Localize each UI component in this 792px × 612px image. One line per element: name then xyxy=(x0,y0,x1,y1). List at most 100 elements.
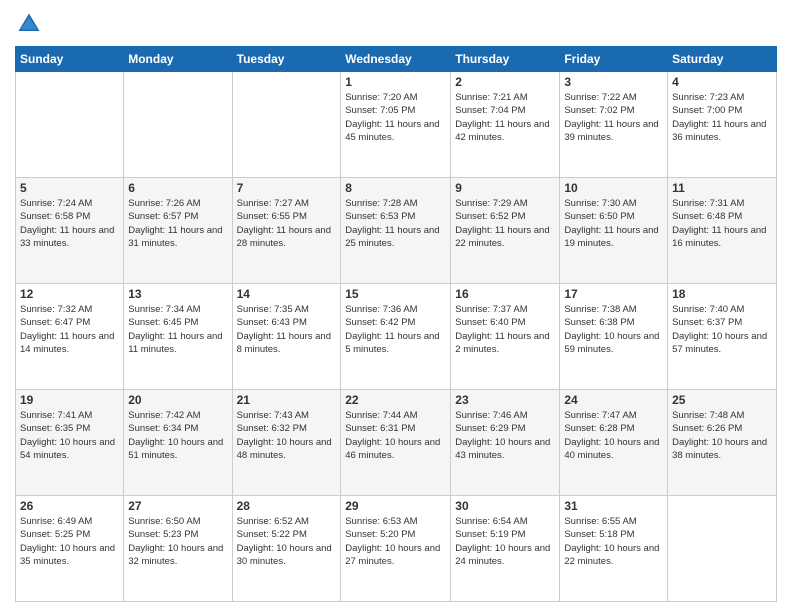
calendar-cell: 23 Sunrise: 7:46 AMSunset: 6:29 PMDayligh… xyxy=(451,390,560,496)
day-info: Sunrise: 7:36 AMSunset: 6:42 PMDaylight:… xyxy=(345,303,446,356)
day-info: Sunrise: 6:49 AMSunset: 5:25 PMDaylight:… xyxy=(20,515,119,568)
day-number: 27 xyxy=(128,499,227,513)
day-number: 16 xyxy=(455,287,555,301)
calendar-cell: 2 Sunrise: 7:21 AMSunset: 7:04 PMDaylight… xyxy=(451,72,560,178)
calendar-cell xyxy=(124,72,232,178)
calendar-cell: 21 Sunrise: 7:43 AMSunset: 6:32 PMDayligh… xyxy=(232,390,341,496)
day-number: 31 xyxy=(564,499,663,513)
day-number: 17 xyxy=(564,287,663,301)
day-info: Sunrise: 7:29 AMSunset: 6:52 PMDaylight:… xyxy=(455,197,555,250)
day-info: Sunrise: 7:42 AMSunset: 6:34 PMDaylight:… xyxy=(128,409,227,462)
day-info: Sunrise: 7:26 AMSunset: 6:57 PMDaylight:… xyxy=(128,197,227,250)
calendar-cell xyxy=(232,72,341,178)
day-header-friday: Friday xyxy=(560,47,668,72)
calendar-cell: 24 Sunrise: 7:47 AMSunset: 6:28 PMDayligh… xyxy=(560,390,668,496)
calendar-cell: 19Sunrise: 7:41 AMSunset: 6:35 PMDayligh… xyxy=(16,390,124,496)
calendar-cell: 13 Sunrise: 7:34 AMSunset: 6:45 PMDayligh… xyxy=(124,284,232,390)
day-info: Sunrise: 7:30 AMSunset: 6:50 PMDaylight:… xyxy=(564,197,663,250)
day-info: Sunrise: 7:37 AMSunset: 6:40 PMDaylight:… xyxy=(455,303,555,356)
day-info: Sunrise: 7:28 AMSunset: 6:53 PMDaylight:… xyxy=(345,197,446,250)
day-number: 15 xyxy=(345,287,446,301)
calendar-cell: 31 Sunrise: 6:55 AMSunset: 5:18 PMDayligh… xyxy=(560,496,668,602)
calendar-cell: 1 Sunrise: 7:20 AMSunset: 7:05 PMDaylight… xyxy=(341,72,451,178)
calendar-cell: 18 Sunrise: 7:40 AMSunset: 6:37 PMDayligh… xyxy=(668,284,777,390)
calendar-cell: 22 Sunrise: 7:44 AMSunset: 6:31 PMDayligh… xyxy=(341,390,451,496)
day-number: 7 xyxy=(237,181,337,195)
day-number: 13 xyxy=(128,287,227,301)
day-info: Sunrise: 7:38 AMSunset: 6:38 PMDaylight:… xyxy=(564,303,663,356)
day-info: Sunrise: 7:21 AMSunset: 7:04 PMDaylight:… xyxy=(455,91,555,144)
day-info: Sunrise: 7:31 AMSunset: 6:48 PMDaylight:… xyxy=(672,197,772,250)
day-header-wednesday: Wednesday xyxy=(341,47,451,72)
header-row: SundayMondayTuesdayWednesdayThursdayFrid… xyxy=(16,47,777,72)
calendar-cell: 10Sunrise: 7:30 AMSunset: 6:50 PMDayligh… xyxy=(560,178,668,284)
day-number: 24 xyxy=(564,393,663,407)
day-number: 22 xyxy=(345,393,446,407)
calendar-cell: 9 Sunrise: 7:29 AMSunset: 6:52 PMDaylight… xyxy=(451,178,560,284)
day-number: 20 xyxy=(128,393,227,407)
day-number: 14 xyxy=(237,287,337,301)
week-row-5: 26Sunrise: 6:49 AMSunset: 5:25 PMDayligh… xyxy=(16,496,777,602)
calendar-cell xyxy=(668,496,777,602)
day-number: 1 xyxy=(345,75,446,89)
day-number: 4 xyxy=(672,75,772,89)
calendar-cell: 7 Sunrise: 7:27 AMSunset: 6:55 PMDaylight… xyxy=(232,178,341,284)
day-info: Sunrise: 7:27 AMSunset: 6:55 PMDaylight:… xyxy=(237,197,337,250)
day-info: Sunrise: 7:20 AMSunset: 7:05 PMDaylight:… xyxy=(345,91,446,144)
day-number: 21 xyxy=(237,393,337,407)
day-number: 9 xyxy=(455,181,555,195)
day-info: Sunrise: 7:44 AMSunset: 6:31 PMDaylight:… xyxy=(345,409,446,462)
day-info: Sunrise: 7:32 AMSunset: 6:47 PMDaylight:… xyxy=(20,303,119,356)
day-info: Sunrise: 6:52 AMSunset: 5:22 PMDaylight:… xyxy=(237,515,337,568)
calendar-cell: 27 Sunrise: 6:50 AMSunset: 5:23 PMDayligh… xyxy=(124,496,232,602)
calendar-page: SundayMondayTuesdayWednesdayThursdayFrid… xyxy=(0,0,792,612)
day-number: 18 xyxy=(672,287,772,301)
week-row-3: 12 Sunrise: 7:32 AMSunset: 6:47 PMDayligh… xyxy=(16,284,777,390)
calendar-cell: 25Sunrise: 7:48 AMSunset: 6:26 PMDayligh… xyxy=(668,390,777,496)
day-info: Sunrise: 7:41 AMSunset: 6:35 PMDaylight:… xyxy=(20,409,119,462)
day-info: Sunrise: 7:22 AMSunset: 7:02 PMDaylight:… xyxy=(564,91,663,144)
day-info: Sunrise: 6:55 AMSunset: 5:18 PMDaylight:… xyxy=(564,515,663,568)
calendar-cell: 6 Sunrise: 7:26 AMSunset: 6:57 PMDaylight… xyxy=(124,178,232,284)
calendar-cell: 20 Sunrise: 7:42 AMSunset: 6:34 PMDayligh… xyxy=(124,390,232,496)
day-number: 8 xyxy=(345,181,446,195)
day-info: Sunrise: 7:47 AMSunset: 6:28 PMDaylight:… xyxy=(564,409,663,462)
calendar-cell: 12 Sunrise: 7:32 AMSunset: 6:47 PMDayligh… xyxy=(16,284,124,390)
day-info: Sunrise: 7:34 AMSunset: 6:45 PMDaylight:… xyxy=(128,303,227,356)
calendar-cell: 16 Sunrise: 7:37 AMSunset: 6:40 PMDayligh… xyxy=(451,284,560,390)
day-info: Sunrise: 7:40 AMSunset: 6:37 PMDaylight:… xyxy=(672,303,772,356)
day-info: Sunrise: 7:46 AMSunset: 6:29 PMDaylight:… xyxy=(455,409,555,462)
day-number: 30 xyxy=(455,499,555,513)
day-number: 29 xyxy=(345,499,446,513)
day-number: 6 xyxy=(128,181,227,195)
day-header-monday: Monday xyxy=(124,47,232,72)
week-row-4: 19Sunrise: 7:41 AMSunset: 6:35 PMDayligh… xyxy=(16,390,777,496)
calendar-table: SundayMondayTuesdayWednesdayThursdayFrid… xyxy=(15,46,777,602)
day-number: 5 xyxy=(20,181,119,195)
calendar-cell: 26Sunrise: 6:49 AMSunset: 5:25 PMDayligh… xyxy=(16,496,124,602)
day-number: 12 xyxy=(20,287,119,301)
week-row-1: 1 Sunrise: 7:20 AMSunset: 7:05 PMDaylight… xyxy=(16,72,777,178)
logo-icon xyxy=(15,10,43,38)
calendar-cell: 3 Sunrise: 7:22 AMSunset: 7:02 PMDaylight… xyxy=(560,72,668,178)
calendar-cell: 11Sunrise: 7:31 AMSunset: 6:48 PMDayligh… xyxy=(668,178,777,284)
logo xyxy=(15,10,49,38)
calendar-cell: 28Sunrise: 6:52 AMSunset: 5:22 PMDayligh… xyxy=(232,496,341,602)
day-info: Sunrise: 6:50 AMSunset: 5:23 PMDaylight:… xyxy=(128,515,227,568)
day-number: 2 xyxy=(455,75,555,89)
day-header-sunday: Sunday xyxy=(16,47,124,72)
calendar-cell: 15 Sunrise: 7:36 AMSunset: 6:42 PMDayligh… xyxy=(341,284,451,390)
day-info: Sunrise: 7:43 AMSunset: 6:32 PMDaylight:… xyxy=(237,409,337,462)
calendar-cell: 8 Sunrise: 7:28 AMSunset: 6:53 PMDaylight… xyxy=(341,178,451,284)
calendar-cell: 4 Sunrise: 7:23 AMSunset: 7:00 PMDaylight… xyxy=(668,72,777,178)
day-header-tuesday: Tuesday xyxy=(232,47,341,72)
day-number: 23 xyxy=(455,393,555,407)
day-info: Sunrise: 7:24 AMSunset: 6:58 PMDaylight:… xyxy=(20,197,119,250)
calendar-cell: 5 Sunrise: 7:24 AMSunset: 6:58 PMDaylight… xyxy=(16,178,124,284)
day-header-thursday: Thursday xyxy=(451,47,560,72)
day-info: Sunrise: 7:23 AMSunset: 7:00 PMDaylight:… xyxy=(672,91,772,144)
day-number: 25 xyxy=(672,393,772,407)
calendar-cell: 14Sunrise: 7:35 AMSunset: 6:43 PMDayligh… xyxy=(232,284,341,390)
day-number: 3 xyxy=(564,75,663,89)
calendar-cell: 30Sunrise: 6:54 AMSunset: 5:19 PMDayligh… xyxy=(451,496,560,602)
